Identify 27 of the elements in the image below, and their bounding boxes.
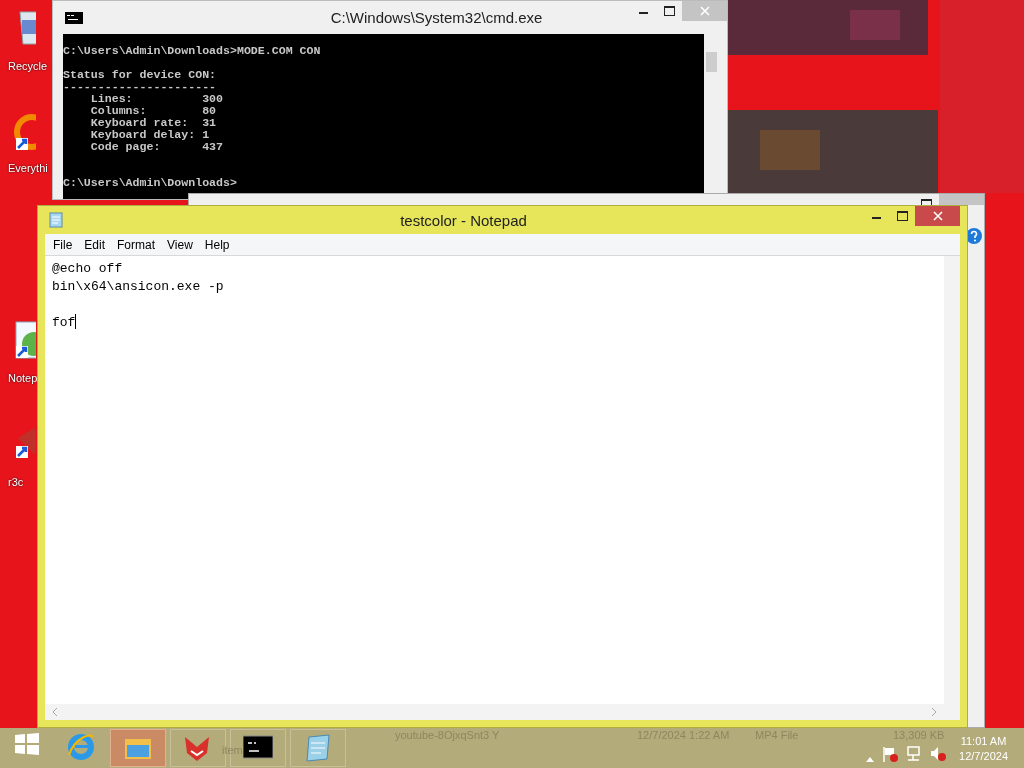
desktop-icon-label[interactable]: Notep (8, 372, 38, 384)
notepad-app-icon (48, 212, 64, 228)
menu-item[interactable]: View (161, 235, 199, 254)
console-output: C:\Users\Admin\Downloads>MODE.COM CON Status for device CON: ---------------------- Lines: 300 Columns: 80 Keyboard rate: 31 Keyboard delay: 1 Code page: 437 C:\Users\Admin\Downloads> (63, 34, 704, 199)
scroll-left-icon[interactable] (51, 707, 59, 717)
menu-item[interactable]: Help (198, 235, 236, 254)
window-title: testcolor - Notepad (399, 211, 528, 229)
console-app-icon (65, 11, 83, 24)
notepad-icon[interactable] (303, 733, 333, 763)
menu-item[interactable]: File (47, 235, 79, 254)
desktop-icon-label[interactable]: Recycle (8, 60, 48, 72)
editor-text: @echo off bin\x64\ansicon.exe -p fof (51, 260, 224, 332)
menu-item[interactable]: Edit (78, 235, 112, 254)
show-hidden-icons-icon[interactable] (865, 755, 876, 763)
browser-icon[interactable] (67, 733, 97, 763)
speaker-icon[interactable] (929, 745, 948, 763)
scroll-right-icon[interactable] (930, 707, 938, 717)
notepad-shortcut-icon[interactable] (12, 320, 36, 360)
text-editor[interactable]: @echo off bin\x64\ansicon.exe -p fof (45, 255, 960, 704)
everything-shortcut-icon[interactable] (12, 112, 36, 152)
flag-icon[interactable] (881, 745, 900, 763)
menu-item[interactable]: Format (111, 235, 162, 254)
close-icon[interactable] (932, 211, 943, 221)
text-cursor (75, 314, 77, 329)
window-title: C:\Windows\System32\cmd.exe (329, 9, 544, 26)
desktop-icon-label[interactable]: r3c (8, 476, 24, 488)
desktop-icon-label[interactable]: Everythi (8, 162, 48, 174)
